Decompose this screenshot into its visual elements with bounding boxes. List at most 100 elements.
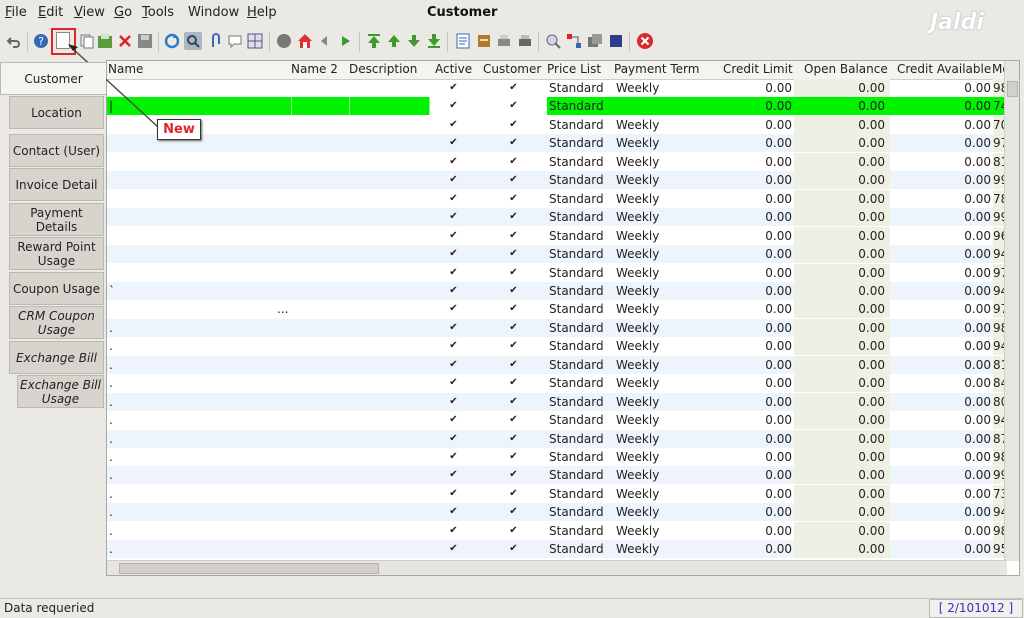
next-record-icon[interactable] <box>406 33 422 49</box>
cell-open-balance[interactable]: 0.00 <box>794 468 885 482</box>
home-icon[interactable] <box>297 33 313 49</box>
report-icon[interactable] <box>455 33 471 49</box>
back-icon[interactable] <box>317 33 333 49</box>
col-name[interactable]: Name <box>108 62 143 76</box>
active-checkbox[interactable]: ✔ <box>448 285 459 296</box>
cell-payment-term[interactable]: Weekly <box>616 432 659 446</box>
active-checkbox[interactable]: ✔ <box>448 193 459 204</box>
customer-checkbox[interactable]: ✔ <box>508 451 519 462</box>
active-checkbox[interactable]: ✔ <box>448 230 459 241</box>
customer-checkbox[interactable]: ✔ <box>508 82 519 93</box>
cell-credit-available[interactable]: 0.00 <box>893 524 991 538</box>
cell-credit-limit[interactable]: 0.00 <box>713 118 792 132</box>
save-new-icon[interactable] <box>97 33 113 49</box>
cell-credit-limit[interactable]: 0.00 <box>713 155 792 169</box>
print-icon[interactable] <box>517 33 533 49</box>
cell-credit-available[interactable]: 0.00 <box>893 155 991 169</box>
cell-credit-limit[interactable]: 0.00 <box>713 229 792 243</box>
table-row[interactable]: . ✔ ✔ Standard Weekly 0.00 0.00 0.00 94 <box>107 411 1008 430</box>
customer-checkbox[interactable]: ✔ <box>508 211 519 222</box>
find-icon[interactable] <box>184 32 202 50</box>
col-payment-term[interactable]: Payment Term <box>614 62 699 76</box>
forward-icon[interactable] <box>338 33 354 49</box>
cell-price-list[interactable]: Standard <box>549 229 604 243</box>
customer-checkbox[interactable]: ✔ <box>508 303 519 314</box>
cell-price-list[interactable]: Standard <box>549 542 604 556</box>
cell-credit-limit[interactable]: 0.00 <box>713 247 792 261</box>
cell-payment-term[interactable]: Weekly <box>616 542 659 556</box>
undo-icon[interactable] <box>6 33 22 49</box>
cell-price-list[interactable]: Standard <box>549 266 604 280</box>
cell-name[interactable]: . <box>109 487 113 501</box>
col-name2[interactable]: Name 2 <box>291 62 338 76</box>
tab-reward-point-usage[interactable]: Reward Point Usage <box>9 237 104 270</box>
menu-window[interactable]: Window <box>188 5 239 20</box>
copy-record-icon[interactable] <box>79 33 95 49</box>
cell-name[interactable]: . <box>109 321 113 335</box>
table-row[interactable]: . ✔ ✔ Standard Weekly 0.00 0.00 0.00 81 <box>107 355 1008 374</box>
cell-credit-available[interactable]: 0.00 <box>893 487 991 501</box>
cell-open-balance[interactable]: 0.00 <box>794 542 885 556</box>
cell-name[interactable]: ` <box>109 284 115 298</box>
grid-toggle-icon[interactable] <box>247 33 263 49</box>
table-row[interactable]: ✔ ✔ Standard Weekly 0.00 0.00 0.00 97 <box>107 263 1008 282</box>
cell-credit-available[interactable]: 0.00 <box>893 321 991 335</box>
col-credit-available[interactable]: Credit Available <box>897 62 991 76</box>
active-checkbox[interactable]: ✔ <box>448 451 459 462</box>
cell-payment-term[interactable]: Weekly <box>616 302 659 316</box>
cell-open-balance[interactable]: 0.00 <box>794 432 885 446</box>
cell-credit-available[interactable]: 0.00 <box>893 118 991 132</box>
active-checkbox[interactable]: ✔ <box>448 137 459 148</box>
cell-credit-available[interactable]: 0.00 <box>893 339 991 353</box>
active-checkbox[interactable]: ✔ <box>448 433 459 444</box>
cell-credit-limit[interactable]: 0.00 <box>713 432 792 446</box>
cell-payment-term[interactable]: Weekly <box>616 210 659 224</box>
customer-checkbox[interactable]: ✔ <box>508 174 519 185</box>
cell-price-list[interactable]: Standard <box>549 358 604 372</box>
cell-open-balance[interactable]: 0.00 <box>794 339 885 353</box>
active-checkbox[interactable]: ✔ <box>448 340 459 351</box>
cell-credit-limit[interactable]: 0.00 <box>713 413 792 427</box>
cell-price-list[interactable]: Standard <box>549 136 604 150</box>
customer-checkbox[interactable]: ✔ <box>508 359 519 370</box>
cell-open-balance[interactable]: 0.00 <box>794 266 885 280</box>
cell-price-list[interactable]: Standard <box>549 339 604 353</box>
customer-checkbox[interactable]: ✔ <box>508 248 519 259</box>
cell-price-list[interactable]: Standard <box>549 468 604 482</box>
customer-checkbox[interactable]: ✔ <box>508 377 519 388</box>
customer-checkbox[interactable]: ✔ <box>508 543 519 554</box>
cell-open-balance[interactable]: 0.00 <box>794 487 885 501</box>
cell-credit-available[interactable]: 0.00 <box>893 450 991 464</box>
cell-credit-limit[interactable]: 0.00 <box>713 210 792 224</box>
table-row[interactable]: . ✔ ✔ Standard Weekly 0.00 0.00 0.00 73 <box>107 484 1008 503</box>
cell-credit-available[interactable]: 0.00 <box>893 81 991 95</box>
cell-payment-term[interactable]: Weekly <box>616 136 659 150</box>
cell-open-balance[interactable]: 0.00 <box>794 136 885 150</box>
customer-checkbox[interactable]: ✔ <box>508 396 519 407</box>
table-row[interactable]: ✔ ✔ Standard Weekly 0.00 0.00 0.00 98 <box>107 79 1008 97</box>
cell-price-list[interactable]: Standard <box>549 432 604 446</box>
close-window-icon[interactable] <box>636 32 654 50</box>
tab-exchange-bill-usage[interactable]: Exchange Bill Usage <box>17 375 104 408</box>
cell-price-list[interactable]: Standard <box>549 450 604 464</box>
vertical-scroll-thumb[interactable] <box>1007 81 1018 97</box>
previous-record-icon[interactable] <box>386 33 402 49</box>
cell-name[interactable]: | <box>109 99 113 113</box>
cell-credit-limit[interactable]: 0.00 <box>713 136 792 150</box>
cell-price-list[interactable]: Standard <box>549 247 604 261</box>
customer-checkbox[interactable]: ✔ <box>508 137 519 148</box>
cell-open-balance[interactable]: 0.00 <box>794 247 885 261</box>
cell-price-list[interactable]: Standard <box>549 81 604 95</box>
table-row[interactable]: ` ✔ ✔ Standard Weekly 0.00 0.00 0.00 94 <box>107 281 1008 300</box>
cell-price-list[interactable]: Standard <box>549 321 604 335</box>
cell-open-balance[interactable]: 0.00 <box>794 118 885 132</box>
cell-payment-term[interactable]: Weekly <box>616 524 659 538</box>
tab-crm-coupon-usage[interactable]: CRM Coupon Usage <box>9 306 104 339</box>
table-row[interactable]: . ✔ ✔ Standard Weekly 0.00 0.00 0.00 95 <box>107 540 1008 559</box>
cell-payment-term[interactable]: Weekly <box>616 247 659 261</box>
chat-icon[interactable] <box>227 33 243 49</box>
col-credit-limit[interactable]: Credit Limit <box>723 62 793 76</box>
menu-file[interactable]: File <box>5 5 27 20</box>
cell-credit-available[interactable]: 0.00 <box>893 136 991 150</box>
table-row[interactable]: . ✔ ✔ Standard Weekly 0.00 0.00 0.00 98 <box>107 318 1008 337</box>
